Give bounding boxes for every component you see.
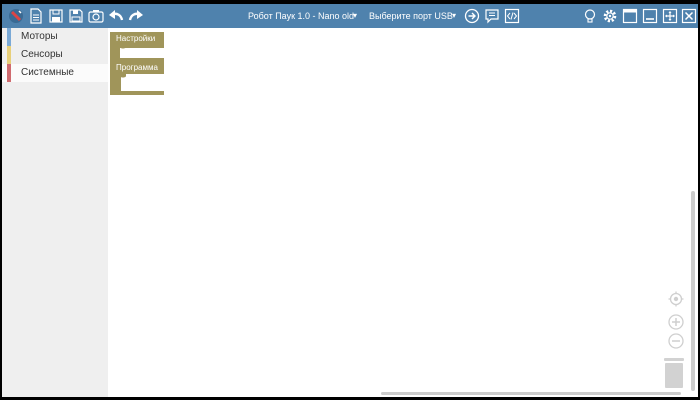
settings-block[interactable]: Настройки — [110, 32, 164, 62]
horizontal-scrollbar[interactable] — [381, 392, 681, 395]
block-label: Настройки — [116, 34, 156, 43]
category-label: Моторы — [21, 31, 58, 42]
zoom-in-icon[interactable] — [668, 314, 684, 330]
block-label: Программа — [116, 63, 158, 72]
window-icon[interactable] — [622, 8, 638, 24]
category-sensors[interactable]: Сенсоры — [2, 46, 108, 64]
open-file-icon[interactable] — [48, 8, 64, 24]
category-system[interactable]: Системные — [2, 64, 108, 82]
robot-select[interactable]: Робот Паук 1.0 - Nano old — [248, 10, 354, 22]
undo-icon[interactable] — [108, 8, 124, 24]
robot-select-chevron-down-icon[interactable]: ▾ — [353, 10, 357, 22]
category-sidebar: Моторы Сенсоры Системные — [2, 28, 108, 397]
lightbulb-icon[interactable] — [582, 8, 598, 24]
new-file-icon[interactable] — [28, 8, 44, 24]
logo-icon[interactable] — [8, 8, 24, 24]
category-motors[interactable]: Моторы — [2, 28, 108, 46]
close-icon[interactable] — [681, 8, 697, 24]
recenter-icon[interactable] — [668, 291, 684, 307]
gear-icon[interactable] — [602, 8, 618, 24]
minimize-icon[interactable] — [642, 8, 658, 24]
program-block[interactable]: Программа — [110, 61, 164, 95]
upload-icon[interactable] — [464, 8, 480, 24]
category-label: Системные — [21, 67, 74, 78]
category-color-swatch — [7, 28, 11, 46]
vertical-scrollbar[interactable] — [691, 191, 695, 391]
code-icon[interactable] — [504, 8, 520, 24]
toolbar: Робот Паук 1.0 - Nano old ▾ Выберите пор… — [2, 4, 698, 28]
fullscreen-icon[interactable] — [662, 8, 678, 24]
category-color-swatch — [7, 64, 11, 82]
port-select-chevron-down-icon[interactable]: ▾ — [452, 10, 456, 22]
category-label: Сенсоры — [21, 49, 63, 60]
save-icon[interactable] — [68, 8, 84, 24]
category-color-swatch — [7, 46, 11, 64]
trash-icon[interactable] — [663, 357, 685, 388]
zoom-out-icon[interactable] — [668, 333, 684, 349]
screenshot-icon[interactable] — [88, 8, 104, 24]
app-window: Робот Паук 1.0 - Nano old ▾ Выберите пор… — [2, 4, 698, 397]
monitor-icon[interactable] — [484, 8, 500, 24]
port-select[interactable]: Выберите порт USB — [369, 10, 453, 22]
redo-icon[interactable] — [128, 8, 144, 24]
block-workspace[interactable]: Настройки Программа — [108, 28, 698, 397]
